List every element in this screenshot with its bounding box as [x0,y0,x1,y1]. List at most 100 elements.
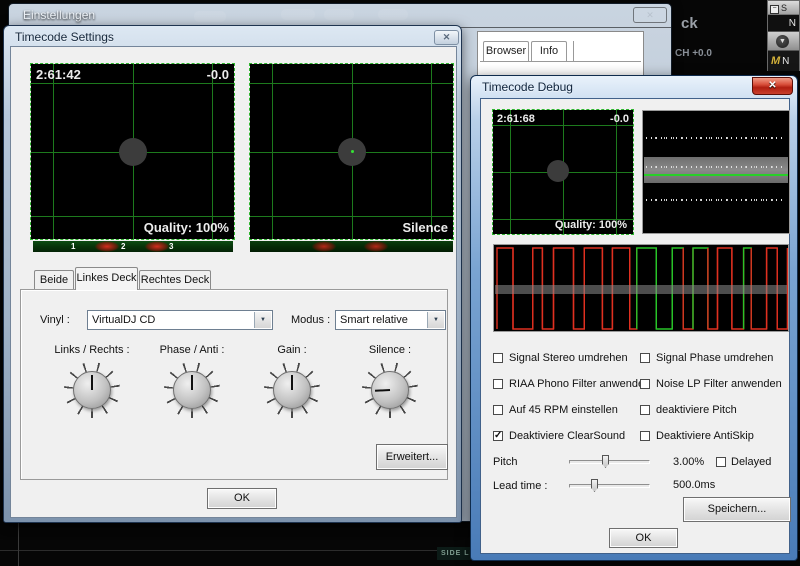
timecode-settings-window: Timecode Settings ✕ 2:61:42 -0.0 Quality… [3,25,462,523]
collapse-icon[interactable]: − [770,5,779,14]
scope-offset: -0.0 [610,113,629,125]
checkbox-label[interactable]: Auf 45 RPM einstellen [509,404,618,416]
pitch-value: 3.00% [673,456,705,468]
checkbox-label[interactable]: Deaktiviere ClearSound [509,430,625,442]
scope-quality: Quality: 100% [143,220,229,235]
tab-rechtes-deck[interactable]: Rechtes Deck [139,270,211,289]
sidebar-row-n: N [768,15,799,32]
scope-timecode: 2:61:42 [36,67,81,82]
timecode-debug-title: Timecode Debug [482,80,573,94]
modus-select[interactable]: Smart relative ▼ [335,310,446,330]
lead-time-value: 500.0ms [673,479,716,491]
timecode-debug-close-button[interactable]: ✕ [752,77,793,95]
erweitert-button[interactable]: Erweitert... [376,444,448,470]
timecode-settings-title: Timecode Settings [15,30,114,44]
tab-beide[interactable]: Beide [34,270,74,289]
cue-marker[interactable]: 2 [121,241,125,252]
timecode-settings-body: 2:61:42 -0.0 Quality: 100% Silence 1 2 3… [10,46,457,518]
vinyl-select[interactable]: VirtualDJ CD ▼ [87,310,273,330]
cue-marker[interactable]: 3 [169,241,173,252]
gain-knob[interactable] [264,362,320,418]
signal-dot [351,150,354,153]
modus-select-value: Smart relative [340,314,408,326]
lead-time-slider-track[interactable] [569,484,650,488]
grid-line [31,216,234,218]
right-deck-song-strip[interactable] [250,241,453,252]
checkbox-label[interactable]: Signal Phase umdrehen [656,352,773,364]
channel-level-label: CH +0.0 [675,48,712,59]
checkbox-noise-lp[interactable] [640,379,650,389]
knob-pointer [291,375,293,390]
signal-speckle-row [646,166,786,168]
timecode-debug-window: Timecode Debug ✕ 2:61:68 -0.0 Quality: 1… [470,75,798,561]
grid-line [250,216,453,218]
debug-oscilloscope [493,244,789,332]
blurred-button [324,9,354,20]
virtualdj-screen: SIDE LIST ck CH +0.0 − S N ▼ MN Einstellu… [0,0,800,566]
checkbox-label[interactable]: RIAA Phono Filter anwenden [509,378,650,390]
checkbox-deaktiviere-pitch[interactable] [640,405,650,415]
tab-browser[interactable]: Browser [483,41,529,62]
tab-baseline [480,61,641,62]
knob-label-silence: Silence : [368,344,412,356]
dropdown-arrow-icon[interactable]: ▼ [427,312,444,328]
dropdown-arrow-icon[interactable]: ▼ [254,312,271,328]
vinyl-select-value: VirtualDJ CD [92,314,156,326]
checkbox-delayed[interactable] [716,457,726,467]
links-rechts-knob[interactable] [64,362,120,418]
debug-scope: 2:61:68 -0.0 Quality: 100% [492,109,634,235]
timecode-settings-close-button[interactable]: ✕ [434,30,459,45]
phase-anti-knob[interactable] [164,362,220,418]
tab-linkes-deck[interactable]: Linkes Deck [75,267,138,290]
checkbox-signal-phase[interactable] [640,353,650,363]
signal-speckle-row [646,199,786,201]
scope-quality: Quality: 100% [554,219,627,231]
checkbox-label[interactable]: Delayed [731,456,771,468]
blurred-button [281,9,315,20]
scope-offset: -0.0 [206,67,229,82]
left-deck-scope: 2:61:42 -0.0 Quality: 100% [30,63,235,240]
knob-pointer [91,375,93,390]
sidebar-button-row[interactable]: ▼ [768,32,799,51]
grid-line [250,83,453,85]
tab-info[interactable]: Info [531,41,567,62]
checkbox-label[interactable]: Deaktiviere AntiSkip [656,430,754,442]
debug-ok-button[interactable]: OK [609,528,678,548]
signal-speckle-row [646,137,786,139]
settings-ok-button[interactable]: OK [207,488,277,509]
speichern-button[interactable]: Speichern... [683,497,791,522]
cue-marker[interactable]: 1 [71,241,75,252]
chevron-down-icon[interactable]: ▼ [776,35,789,48]
einstellungen-title: Einstellungen [23,8,96,22]
checkbox-45-rpm[interactable] [493,405,503,415]
left-deck-song-strip[interactable]: 1 2 3 [33,241,233,252]
sidebar-music-row: MN [768,51,799,71]
checkbox-label[interactable]: Noise LP Filter anwenden [656,378,782,390]
lead-time-slider-thumb[interactable] [591,479,598,492]
sidebar-header[interactable]: − S [768,1,799,15]
blurred-button [194,11,226,22]
green-reference-line [644,174,788,176]
timecode-debug-body: 2:61:68 -0.0 Quality: 100% Signal Stereo… [480,98,791,554]
checkbox-label[interactable]: Signal Stereo umdrehen [509,352,628,364]
checkbox-signal-stereo[interactable] [493,353,503,363]
grid-line [31,83,234,85]
silence-knob[interactable] [362,362,418,418]
checkbox-clearsound[interactable]: ✓ [493,431,503,441]
right-deck-scope: Silence [249,63,454,240]
checkbox-riaa-filter[interactable] [493,379,503,389]
checkbox-label[interactable]: deaktiviere Pitch [656,404,737,416]
checkbox-antiskip[interactable] [640,431,650,441]
pitch-slider-thumb[interactable] [602,455,609,468]
signal-blob [547,160,569,182]
einstellungen-close-button[interactable]: ✕ [633,7,667,23]
lead-time-label: Lead time : [493,480,548,492]
scope-status: Silence [402,220,448,235]
oscilloscope-gray-band [495,285,787,294]
blurred-button [378,9,408,20]
knob-pointer [191,375,193,390]
scope-timecode: 2:61:68 [497,113,535,125]
signal-blob [119,138,147,166]
deck-label-fragment: ck [681,15,698,32]
pitch-slider-track[interactable] [569,460,650,464]
